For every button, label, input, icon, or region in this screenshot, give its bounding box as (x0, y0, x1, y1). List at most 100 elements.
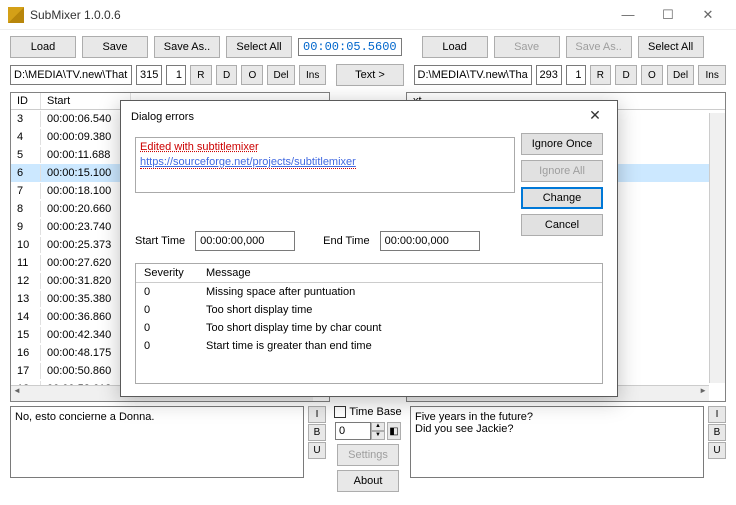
row-id: 12 (11, 273, 41, 289)
about-button[interactable]: About (337, 470, 399, 492)
severity-header[interactable]: Severity (136, 264, 198, 282)
load-button-right[interactable]: Load (422, 36, 488, 58)
row-start: 00:00:18.100 (41, 183, 131, 199)
saveas-button-left[interactable]: Save As.. (154, 36, 220, 58)
msg-severity: 0 (136, 283, 198, 301)
msg-text: Start time is greater than end time (198, 337, 602, 355)
italic-button-left[interactable]: I (308, 406, 326, 423)
end-time-input[interactable] (380, 231, 480, 251)
del-button-right[interactable]: Del (667, 65, 695, 85)
col-id-hdr[interactable]: ID (11, 93, 41, 109)
load-button-left[interactable]: Load (10, 36, 76, 58)
count2-left[interactable] (166, 65, 186, 85)
count2-right[interactable] (566, 65, 586, 85)
checkbox-icon (334, 406, 346, 418)
timebase-label: Time Base (349, 406, 401, 418)
message-row[interactable]: 0Start time is greater than end time (136, 337, 602, 355)
d-button-right[interactable]: D (615, 65, 637, 85)
italic-button-right[interactable]: I (708, 406, 726, 423)
row-id: 4 (11, 129, 41, 145)
r-button-left[interactable]: R (190, 65, 212, 85)
ins-button-left[interactable]: Ins (299, 65, 327, 85)
filepath-right[interactable] (414, 65, 532, 85)
spin-up-icon[interactable]: ▲ (371, 422, 385, 431)
row-start: 00:00:23.740 (41, 219, 131, 235)
col-start-hdr[interactable]: Start (41, 93, 131, 109)
row-id: 11 (11, 255, 41, 271)
textarea-left[interactable]: No, esto concierne a Donna. (10, 406, 304, 478)
underline-button-left[interactable]: U (308, 442, 326, 459)
o-button-left[interactable]: O (241, 65, 263, 85)
saveas-button-right[interactable]: Save As.. (566, 36, 632, 58)
ignore-all-button[interactable]: Ignore All (521, 160, 603, 182)
textarea-right[interactable]: Five years in the future? Did you see Ja… (410, 406, 704, 478)
dialog-errors: Dialog errors ✕ Edited with subtitlemixe… (120, 100, 618, 397)
d-button-left[interactable]: D (216, 65, 238, 85)
sidebtns-right: I B U (708, 406, 726, 492)
msg-text: Too short display time (198, 301, 602, 319)
msg-text: Too short display time by char count (198, 319, 602, 337)
msg-severity: 0 (136, 301, 198, 319)
message-row[interactable]: 0Missing space after puntuation (136, 283, 602, 301)
underline-button-right[interactable]: U (708, 442, 726, 459)
dialog-close-icon[interactable]: ✕ (583, 107, 607, 127)
count1-right[interactable] (536, 65, 562, 85)
save-button-left[interactable]: Save (82, 36, 148, 58)
row-id: 5 (11, 147, 41, 163)
message-table: Severity Message 0Missing space after pu… (135, 263, 603, 384)
selectall-button-right[interactable]: Select All (638, 36, 704, 58)
timebase-checkbox[interactable]: Time Base (334, 406, 401, 418)
message-row[interactable]: 0Too short display time by char count (136, 319, 602, 337)
del-button-left[interactable]: Del (267, 65, 295, 85)
toolbar: Load Save Save As.. Select All 00:00:05.… (0, 30, 736, 64)
msg-severity: 0 (136, 319, 198, 337)
settings-button[interactable]: Settings (337, 444, 399, 466)
row-id: 14 (11, 309, 41, 325)
spin-lock-icon[interactable]: ◧ (387, 422, 401, 440)
sidebtns-left: I B U (308, 406, 326, 492)
bold-button-left[interactable]: B (308, 424, 326, 441)
close-button[interactable]: ✕ (688, 1, 728, 29)
row-id: 15 (11, 327, 41, 343)
message-header[interactable]: Message (198, 264, 602, 282)
row-start: 00:00:25.373 (41, 237, 131, 253)
count1-left[interactable] (136, 65, 162, 85)
filepath-left[interactable] (10, 65, 132, 85)
minimize-button[interactable]: — (608, 1, 648, 29)
row-id: 7 (11, 183, 41, 199)
row-start: 00:00:06.540 (41, 111, 131, 127)
row-id: 8 (11, 201, 41, 217)
file-row: R D O Del Ins Text > R D O Del Ins (0, 64, 736, 92)
edited-text: Edited with subtitlemixer (140, 141, 259, 153)
maximize-button[interactable]: ☐ (648, 1, 688, 29)
spinner-value[interactable] (335, 422, 371, 440)
row-id: 17 (11, 363, 41, 379)
app-icon (8, 7, 24, 23)
text-button[interactable]: Text > (336, 64, 403, 86)
change-button[interactable]: Change (521, 187, 603, 209)
cancel-button[interactable]: Cancel (521, 214, 603, 236)
row-start: 00:00:09.380 (41, 129, 131, 145)
scrollbar-v-right[interactable] (709, 113, 725, 383)
ignore-once-button[interactable]: Ignore Once (521, 133, 603, 155)
selectall-button-left[interactable]: Select All (226, 36, 292, 58)
row-id: 13 (11, 291, 41, 307)
row-start: 00:00:42.340 (41, 327, 131, 343)
r-button-right[interactable]: R (590, 65, 612, 85)
o-button-right[interactable]: O (641, 65, 663, 85)
spinner[interactable]: ▲ ▼ ◧ (335, 422, 401, 440)
source-link[interactable]: https://sourceforge.net/projects/subtitl… (140, 156, 356, 169)
start-time-input[interactable] (195, 231, 295, 251)
dialog-editarea[interactable]: Edited with subtitlemixer https://source… (135, 137, 515, 193)
bold-button-right[interactable]: B (708, 424, 726, 441)
mid-bottom: Time Base ▲ ▼ ◧ Settings About (330, 406, 406, 492)
spin-down-icon[interactable]: ▼ (371, 431, 385, 440)
start-time-label: Start Time (135, 235, 185, 247)
message-row[interactable]: 0Too short display time (136, 301, 602, 319)
msg-severity: 0 (136, 337, 198, 355)
ins-button-right[interactable]: Ins (698, 65, 726, 85)
save-button-right[interactable]: Save (494, 36, 560, 58)
window-title: SubMixer 1.0.0.6 (30, 8, 608, 22)
row-id: 9 (11, 219, 41, 235)
row-start: 00:00:48.175 (41, 345, 131, 361)
